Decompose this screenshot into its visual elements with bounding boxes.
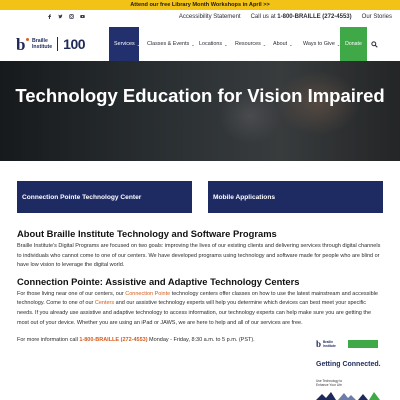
main-navigation: b Braille Institute 100 Services ⌄ Classe… xyxy=(0,27,400,61)
braille-institute-logo[interactable]: b Braille Institute 100 xyxy=(16,34,86,54)
social-links xyxy=(47,14,85,19)
nav-classes-events[interactable]: Classes & Events ⌄ xyxy=(147,27,195,61)
our-stories-link[interactable]: Our Stories xyxy=(362,14,392,20)
chevron-down-icon: ⌄ xyxy=(262,41,267,47)
chevron-down-icon: ⌄ xyxy=(136,41,141,47)
connection-pointe-paragraph: For those living near one of our centers… xyxy=(17,290,378,326)
section-heading-programs: About Braille Institute Technology and S… xyxy=(17,228,277,239)
nav-resources[interactable]: Resources ⌄ xyxy=(235,27,266,61)
page-title: Technology Education for Vision Impaired xyxy=(15,85,385,106)
contact-phone-link[interactable]: 1-800-BRAILLE (272-4553) xyxy=(79,337,147,343)
announcement-bar[interactable]: Attend our free Library Month Workshops … xyxy=(0,0,400,10)
ad-title: Getting Connected. xyxy=(316,361,381,368)
utility-bar: Accessibility Statement Call us at 1-800… xyxy=(0,10,400,27)
section-heading-connection-pointe: Connection Pointe: Assistive and Adaptiv… xyxy=(17,275,300,287)
chevron-down-icon: ⌄ xyxy=(224,41,228,47)
nav-about[interactable]: About ⌄ xyxy=(273,27,292,61)
centennial-badge: 100 xyxy=(63,36,86,52)
utility-links: Accessibility Statement Call us at 1-800… xyxy=(179,14,392,20)
call-us: Call us at 1-800-BRAILLE (272-4553) xyxy=(251,14,352,20)
card-connection-pointe[interactable]: Connection Pointe Technology Center xyxy=(17,181,192,213)
programs-paragraph: Braille Institute's Digital Programs are… xyxy=(17,243,381,269)
call-us-label: Call us at xyxy=(250,14,276,20)
chevron-down-icon: ⌄ xyxy=(191,41,195,47)
logo-dot xyxy=(25,37,29,41)
logo-mark: b xyxy=(16,34,26,54)
connection-pointe-link[interactable]: Connection Pointe xyxy=(125,291,170,297)
chevron-down-icon: ⌄ xyxy=(289,41,293,47)
logo-divider xyxy=(57,37,59,51)
phone-link[interactable]: 1-800-BRAILLE (272-4553) xyxy=(277,14,351,20)
nav-locations[interactable]: Locations ⌄ xyxy=(199,27,227,61)
youtube-icon[interactable] xyxy=(80,14,85,19)
twitter-icon[interactable] xyxy=(58,14,63,19)
accessibility-statement-link[interactable]: Accessibility Statement xyxy=(179,14,241,20)
nav-ways-to-give[interactable]: Ways to Give ⌄ xyxy=(303,27,340,61)
search-icon[interactable] xyxy=(371,41,378,48)
card-mobile-applications[interactable]: Mobile Applications xyxy=(208,181,383,213)
ad-illustration xyxy=(316,392,380,400)
donate-button[interactable]: Donate xyxy=(340,27,367,61)
hero-overlay xyxy=(0,61,400,161)
centers-link[interactable]: Centers xyxy=(95,300,114,306)
ad-cta-button[interactable] xyxy=(348,340,378,348)
ad-logo: b Braille Institute xyxy=(316,339,336,349)
hero-banner: Technology Education for Vision Impaired xyxy=(0,61,400,161)
ad-subtitle: Use Technology to Enhance Your Life xyxy=(316,379,343,387)
facebook-icon[interactable] xyxy=(47,14,52,19)
getting-connected-ad[interactable]: b Braille Institute Getting Connected. Us… xyxy=(312,335,384,400)
instagram-icon[interactable] xyxy=(69,14,74,19)
main-content: About Braille Institute Technology and S… xyxy=(17,228,383,346)
announcement-text[interactable]: Attend our free Library Month Workshops … xyxy=(130,2,270,8)
logo-wordmark: Braille Institute xyxy=(31,38,53,50)
nav-services[interactable]: Services ⌄ xyxy=(109,27,141,61)
